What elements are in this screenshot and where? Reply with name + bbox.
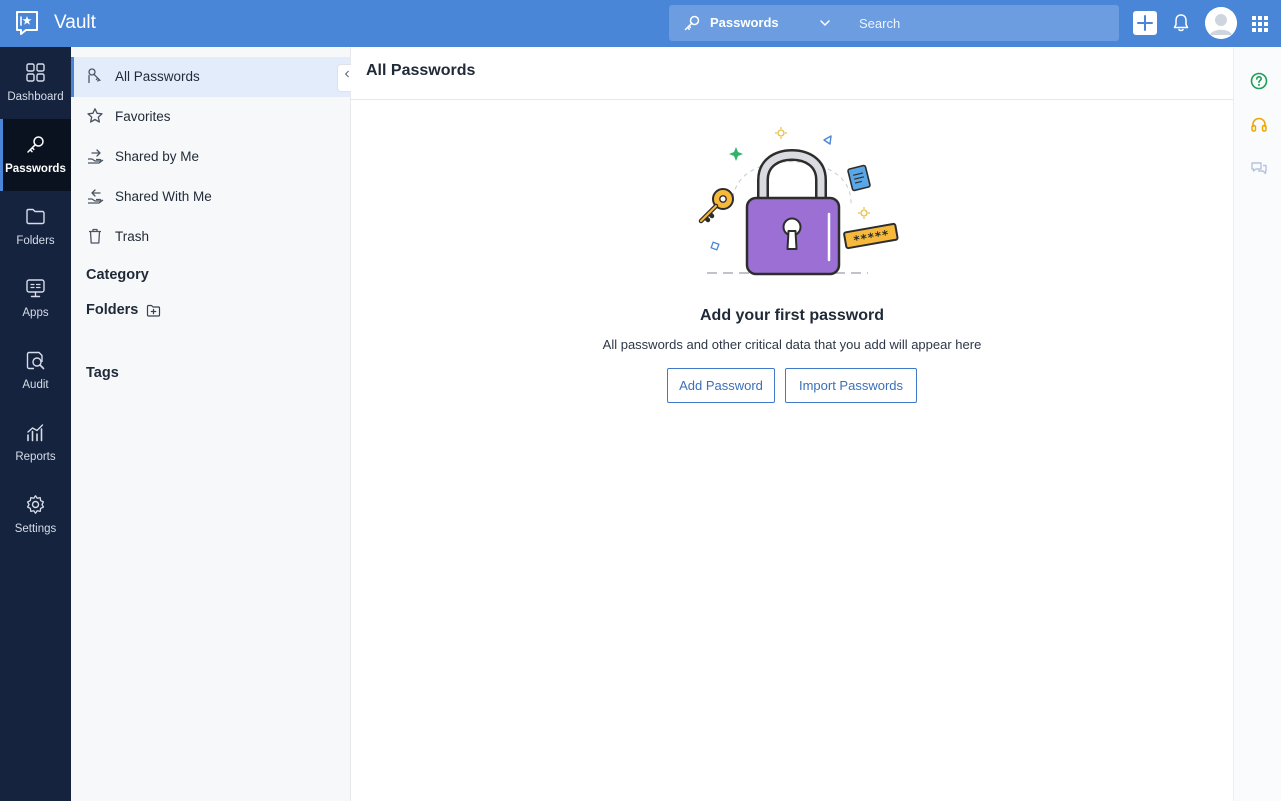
vault-logo-icon[interactable]: [14, 10, 40, 36]
folder-icon: [26, 208, 45, 225]
module-selector-label: Passwords: [710, 15, 779, 30]
plus-icon: [1137, 15, 1153, 31]
nav-label: Dashboard: [7, 91, 64, 103]
sidebar-item-trash[interactable]: Trash: [71, 217, 350, 257]
sidebar-item-label: Trash: [115, 229, 150, 244]
page-title: All Passwords: [366, 62, 476, 79]
user-icon: [1205, 7, 1237, 39]
left-nav: Dashboard Passwords Folders Apps Audit R…: [0, 47, 71, 801]
search-input[interactable]: [849, 5, 1119, 41]
sso-monitor-icon: [26, 279, 45, 298]
nav-label: Audit: [22, 379, 49, 391]
add-password-button[interactable]: Add Password: [667, 368, 775, 403]
share-in-icon: [88, 189, 104, 204]
top-bar: Vault Passwords: [0, 0, 1281, 47]
category-title: Category: [86, 267, 149, 283]
secondary-sidebar: All Passwords Favorites Shared by Me Sha…: [71, 47, 351, 801]
sidebar-item-shared-with-me[interactable]: Shared With Me: [71, 177, 350, 217]
star-icon: [87, 108, 103, 123]
sidebar-item-label: All Passwords: [115, 69, 200, 84]
headset-support-icon[interactable]: [1250, 116, 1268, 134]
bell-icon[interactable]: [1172, 13, 1190, 33]
sidebar-item-label: Shared by Me: [115, 149, 200, 164]
nav-apps[interactable]: Apps: [0, 263, 71, 335]
help-icon[interactable]: [1250, 72, 1268, 90]
tags-title: Tags: [86, 365, 119, 381]
sidebar-item-favorites[interactable]: Favorites: [71, 97, 350, 137]
add-new-button[interactable]: [1133, 11, 1157, 35]
right-rail: [1233, 47, 1281, 801]
reports-chart-icon: [27, 424, 44, 442]
passwords-icon: [88, 68, 101, 84]
key-icon: [27, 136, 44, 153]
sidebar-item-all-passwords[interactable]: All Passwords: [71, 57, 351, 97]
nav-label: Passwords: [5, 163, 66, 175]
audit-icon: [26, 351, 45, 370]
add-folder-icon[interactable]: [146, 303, 161, 318]
chevron-down-icon: [820, 20, 830, 27]
nav-dashboard[interactable]: Dashboard: [0, 47, 71, 119]
grid-icon: [26, 63, 45, 82]
nav-passwords[interactable]: Passwords: [0, 119, 71, 191]
import-passwords-button[interactable]: Import Passwords: [785, 368, 917, 403]
empty-state-title: Add your first password: [699, 307, 885, 324]
module-selector[interactable]: Passwords: [669, 5, 849, 41]
feedback-chat-icon[interactable]: [1250, 160, 1268, 178]
user-avatar[interactable]: [1205, 7, 1237, 39]
gear-icon: [26, 495, 45, 514]
empty-state-description: All passwords and other critical data th…: [602, 337, 982, 352]
nav-label: Apps: [22, 307, 49, 319]
folders-title: Folders: [86, 302, 139, 318]
trash-icon: [89, 228, 101, 244]
lock-illustration: *****: [698, 127, 899, 276]
collapse-sidebar-button[interactable]: [337, 64, 351, 92]
nav-label: Folders: [16, 235, 55, 247]
nav-label: Reports: [15, 451, 56, 463]
app-title: Vault: [54, 12, 96, 33]
nav-audit[interactable]: Audit: [0, 335, 71, 407]
sidebar-item-label: Favorites: [115, 109, 171, 124]
sidebar-item-label: Shared With Me: [115, 189, 212, 204]
nav-reports[interactable]: Reports: [0, 407, 71, 479]
main-header: All Passwords: [351, 47, 1233, 100]
key-icon: [684, 15, 700, 31]
app-grid-icon[interactable]: [1251, 15, 1269, 33]
share-out-icon: [88, 149, 104, 164]
nav-folders[interactable]: Folders: [0, 191, 71, 263]
nav-label: Settings: [14, 523, 57, 535]
sidebar-item-shared-by-me[interactable]: Shared by Me: [71, 137, 350, 177]
nav-settings[interactable]: Settings: [0, 479, 71, 551]
